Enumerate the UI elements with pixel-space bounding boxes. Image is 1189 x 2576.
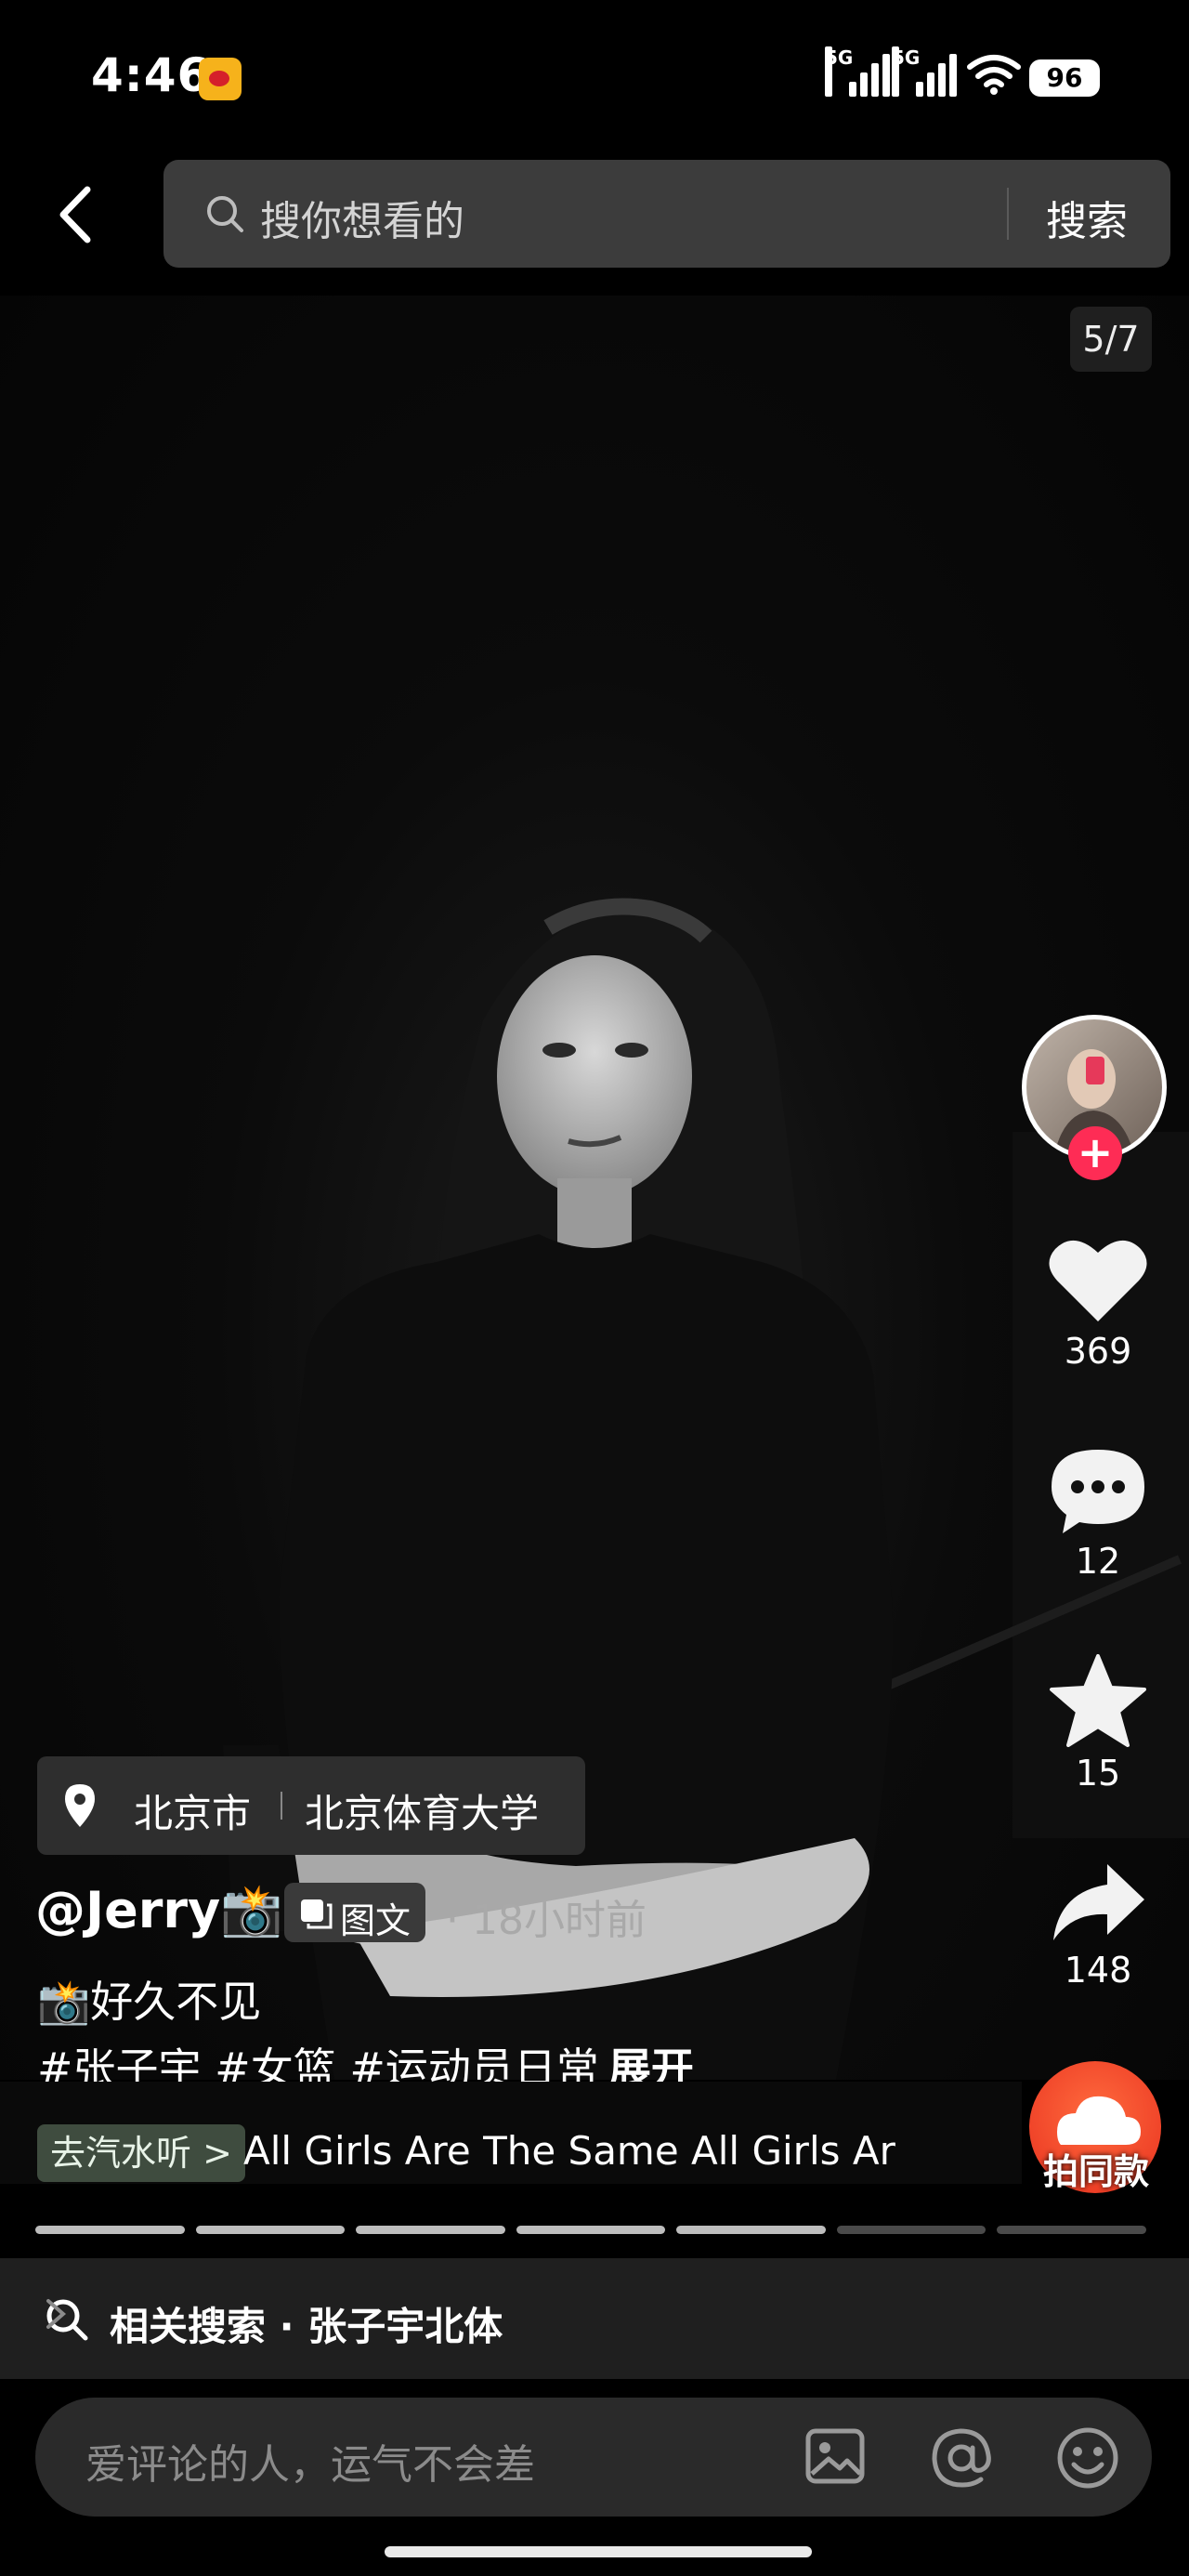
progress-segment: [356, 2226, 505, 2234]
post-type-label: 图文: [340, 1900, 412, 1941]
favorite-count: 15: [1075, 1753, 1121, 1794]
share-arrow-icon: [1053, 1864, 1144, 1940]
location-place: 北京体育大学: [305, 1791, 540, 1836]
back-arrow-icon[interactable]: [54, 182, 100, 247]
related-search-bar[interactable]: 相关搜索 · 张子宇北体: [0, 2258, 1189, 2379]
like-button[interactable]: 369: [1031, 1236, 1165, 1372]
share-button[interactable]: 148: [1031, 1860, 1165, 1991]
image-picker-icon[interactable]: [804, 2425, 866, 2487]
status-bar: 4:46 5G 5G 96: [0, 0, 1189, 158]
progress-segment: [35, 2226, 185, 2234]
comment-input[interactable]: 爱评论的人，运气不会差: [85, 2431, 535, 2491]
chevron-right-icon: [46, 2299, 67, 2329]
progress-segment: [997, 2226, 1146, 2234]
mention-icon[interactable]: [929, 2425, 994, 2491]
post-type-badge: 图文: [284, 1883, 425, 1942]
comment-input-bar[interactable]: 爱评论的人，运气不会差: [35, 2398, 1152, 2517]
location-chip[interactable]: 北京市 北京体育大学: [37, 1756, 585, 1855]
progress-segment: [676, 2226, 826, 2234]
music-title[interactable]: All Girls Are The Same All Girls Ar: [243, 2128, 921, 2174]
caption-text: 📸好久不见: [37, 1977, 262, 2027]
open-in-qishui-button[interactable]: 去汽水听 >: [37, 2124, 245, 2182]
like-count: 369: [1064, 1331, 1132, 1372]
search-button[interactable]: 搜索: [1046, 188, 1128, 247]
use-same-music-label[interactable]: 拍同款: [1033, 2143, 1159, 2194]
post-time-ago: · 18小时前: [446, 1897, 647, 1944]
signal-icon: 5G: [825, 46, 890, 97]
battery-indicator: 96: [1029, 59, 1100, 97]
progress-segment: [836, 2226, 986, 2234]
star-icon: [1050, 1654, 1146, 1747]
progress-segment: [195, 2226, 346, 2234]
related-search-label: 相关搜索 · 张子宇北体: [110, 2304, 503, 2349]
progress-segment: [516, 2226, 666, 2234]
search-icon: [207, 196, 243, 232]
comment-count: 12: [1075, 1541, 1121, 1582]
location-separator: [281, 1792, 282, 1820]
heart-icon: [1049, 1240, 1147, 1321]
location-city: 北京市: [134, 1791, 252, 1836]
location-pin-icon: [65, 1784, 95, 1827]
weibo-notification-icon: [199, 58, 242, 100]
comment-icon: [1052, 1450, 1144, 1533]
favorite-button[interactable]: 15: [1031, 1654, 1165, 1794]
search-bar[interactable]: 搜你想看的 搜索: [163, 160, 1170, 268]
image-progress-bar: [35, 2226, 1146, 2235]
search-divider: [1007, 188, 1009, 240]
share-count: 148: [1064, 1950, 1132, 1991]
wifi-icon: [967, 55, 1021, 95]
follow-button[interactable]: +: [1068, 1126, 1122, 1180]
comment-button[interactable]: 12: [1031, 1446, 1165, 1582]
status-time: 4:46: [91, 48, 211, 102]
search-input[interactable]: 搜你想看的: [260, 188, 464, 247]
emoji-icon[interactable]: [1055, 2425, 1120, 2491]
home-indicator[interactable]: [385, 2546, 812, 2557]
author-name[interactable]: @Jerry📸: [35, 1881, 282, 1940]
signal-icon-2: 5G: [892, 46, 957, 97]
images-icon: [301, 1899, 333, 1929]
image-counter: 5/7: [1070, 307, 1152, 372]
